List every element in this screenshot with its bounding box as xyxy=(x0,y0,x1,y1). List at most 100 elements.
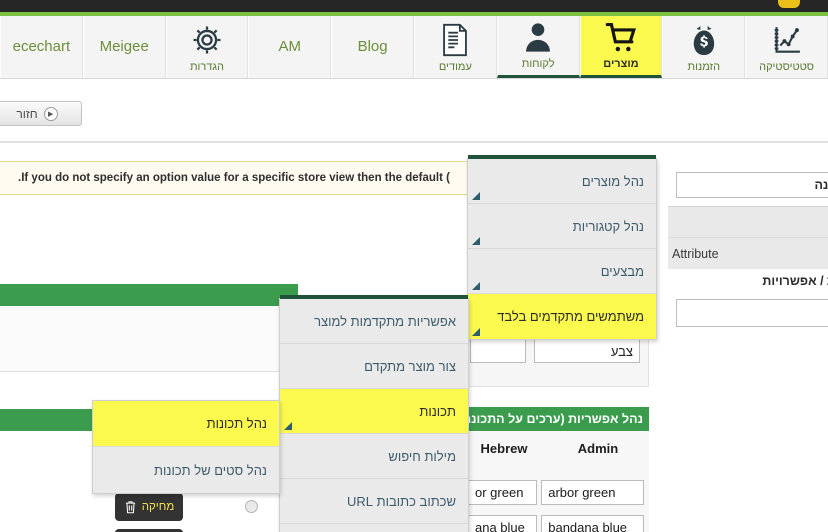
menu-item[interactable]: מבצעים xyxy=(468,249,656,294)
attribute-admin-input[interactable]: arbor green xyxy=(541,480,644,505)
menu-item-label: נהל קטגוריות xyxy=(572,218,644,234)
attribute-title-value: כונה xyxy=(814,178,828,192)
menu-item[interactable]: נהל סטים של תכונות xyxy=(93,447,279,493)
attribute-options-label: ת / אפשרויות xyxy=(762,274,828,288)
menu-item[interactable]: מילות חיפוש xyxy=(280,434,468,479)
chart-icon xyxy=(771,23,803,57)
page-body: ▶ חזור .If you do not specify an option … xyxy=(0,79,828,532)
page-icon xyxy=(440,23,470,57)
nav-item-link-3[interactable]: AM xyxy=(248,16,332,78)
nav-item-page-5[interactable]: עמודים xyxy=(413,16,497,78)
menu-item-label: נהל סטים של תכונות xyxy=(154,462,267,478)
column-header-hebrew: Hebrew xyxy=(480,441,528,456)
nav-item-label: Meigee xyxy=(99,38,149,55)
submenu-arrow-icon xyxy=(472,328,480,336)
menu-item[interactable]: חוות דעת ודירוגים xyxy=(280,524,468,532)
nav-item-gear-2[interactable]: הגדרות xyxy=(165,16,249,78)
trash-icon xyxy=(124,500,137,514)
menu-item-label: נהל תכונות xyxy=(206,416,267,431)
system-top-strip xyxy=(0,0,828,12)
menu-item-label: מילות חיפוש xyxy=(388,448,456,464)
nav-item-link-1[interactable]: Meigee xyxy=(82,16,166,78)
submenu-arrow-icon xyxy=(472,282,480,290)
attribute-hebrew-value: ana blue xyxy=(475,520,525,532)
horizontal-divider xyxy=(0,141,828,143)
dropdown-menu-attributes: נהל תכונות נהל סטים של תכונות xyxy=(92,400,280,494)
nav-item-label: סטטיסטיקה xyxy=(759,61,815,73)
main-navigation: ecechart Meigee הגדרות AM Blog עמודים לקוחות מו… xyxy=(0,16,828,79)
browser-accent-tab xyxy=(778,0,800,8)
attribute-admin-input[interactable]: bandana blue xyxy=(541,515,644,532)
attribute-hebrew-input[interactable]: ana blue xyxy=(468,515,538,532)
attribute-value-row: arbor green or green xyxy=(468,475,649,510)
nav-item-link-4[interactable]: Blog xyxy=(331,16,414,78)
menu-item-label: תכונות xyxy=(419,403,456,419)
menu-item[interactable]: שכתוב כתובות URL xyxy=(280,479,468,524)
menu-item[interactable]: צור מוצר מתקדם xyxy=(280,344,468,389)
nav-item-moneybag-8[interactable]: הזמנות xyxy=(662,16,746,78)
menu-item[interactable]: נהל קטגוריות xyxy=(468,204,656,249)
menu-item[interactable]: אפשריות מתקדמות למוצר xyxy=(280,299,468,344)
notice-text: .If you do not specify an option value f… xyxy=(18,172,450,184)
menu-item-label: אפשריות מתקדמות למוצר xyxy=(314,313,456,329)
section-header-bar-top xyxy=(0,284,298,306)
attribute-values-table: Admin Hebrew arbor green or green bandana … xyxy=(467,431,649,532)
app-screen: ecechart Meigee הגדרות AM Blog עמודים לקוחות מו… xyxy=(0,0,828,532)
attribute-hebrew-value: or green xyxy=(475,485,524,500)
attribute-hebrew-input[interactable]: or green xyxy=(468,480,538,505)
user-icon xyxy=(523,20,553,54)
delete-row-button[interactable]: מחיקה xyxy=(115,493,183,521)
menu-item[interactable]: נהל תכונות xyxy=(93,401,279,447)
menu-item-label: צור מוצר מתקדם xyxy=(364,358,456,374)
nav-item-label: הגדרות xyxy=(189,61,225,73)
nav-item-chart-9[interactable]: סטטיסטיקה xyxy=(745,16,828,78)
menu-item[interactable]: תכונות xyxy=(280,389,468,434)
form-panel-grey xyxy=(0,306,280,372)
section-header-bar-left xyxy=(0,409,93,431)
cart-icon xyxy=(604,20,638,54)
attribute-secondary-input[interactable] xyxy=(470,339,526,363)
attribute-values-header-row: Admin Hebrew xyxy=(468,441,649,465)
menu-item-label: משתמשים מתקדמים בלבד xyxy=(497,309,644,324)
menu-item[interactable]: נהל מוצרים xyxy=(468,159,656,204)
nav-item-label: מוצרים xyxy=(603,58,639,70)
attribute-type-label: Attribute xyxy=(672,246,719,261)
manage-options-header: נהל אפשריות (ערכים על התכונה xyxy=(467,407,649,431)
nav-item-link-0[interactable]: ecechart xyxy=(0,16,83,78)
menu-item-label: שכתוב כתובות URL xyxy=(346,493,456,509)
dropdown-menu-products: נהל מוצרים נהל קטגוריות מבצעים משתמשים מתקד… xyxy=(467,155,657,340)
default-value-radio[interactable] xyxy=(245,500,258,513)
back-button-label: חזור xyxy=(16,106,38,121)
menu-item-label: נהל מוצרים xyxy=(581,173,644,189)
notice-bar: .If you do not specify an option value f… xyxy=(0,161,474,195)
back-button[interactable]: ▶ חזור xyxy=(0,101,82,126)
nav-item-user-6[interactable]: לקוחות xyxy=(496,16,580,78)
manage-options-header-label: נהל אפשריות (ערכים על התכונה xyxy=(467,412,643,426)
menu-item[interactable]: משתמשים מתקדמים בלבד xyxy=(468,294,656,339)
attribute-code-input[interactable]: צבע xyxy=(534,339,640,363)
gear-icon xyxy=(190,23,224,57)
nav-item-label: AM xyxy=(278,38,302,55)
delete-row-label: מחיקה xyxy=(141,501,175,513)
attribute-admin-value: bandana blue xyxy=(548,520,628,532)
attribute-title-input[interactable]: כונה xyxy=(676,172,828,198)
nav-item-label: לקוחות xyxy=(521,58,555,70)
attribute-code-value: צבע xyxy=(610,343,633,359)
nav-item-label: עמודים xyxy=(438,61,472,73)
attribute-properties-panel: כונה Attribute ת / אפשרויות xyxy=(668,158,828,327)
submenu-arrow-icon xyxy=(284,422,292,430)
attribute-admin-value: arbor green xyxy=(548,485,616,500)
submenu-arrow-icon xyxy=(472,237,480,245)
dropdown-menu-catalog: אפשריות מתקדמות למוצר צור מוצר מתקדם תכונו… xyxy=(279,295,469,532)
attribute-value-row: bandana blue ana blue xyxy=(468,510,649,532)
attribute-info-block: Attribute xyxy=(668,206,828,269)
nav-item-label: הזמנות xyxy=(687,61,721,73)
menu-item-label: מבצעים xyxy=(600,263,644,279)
nav-item-label: ecechart xyxy=(12,38,71,55)
attribute-type-row: Attribute xyxy=(668,237,828,269)
column-header-admin: Admin xyxy=(577,441,619,456)
attribute-options-input[interactable] xyxy=(676,299,828,327)
play-circle-icon: ▶ xyxy=(43,106,58,121)
submenu-arrow-icon xyxy=(472,192,480,200)
nav-item-cart-7[interactable]: מוצרים xyxy=(579,16,663,78)
